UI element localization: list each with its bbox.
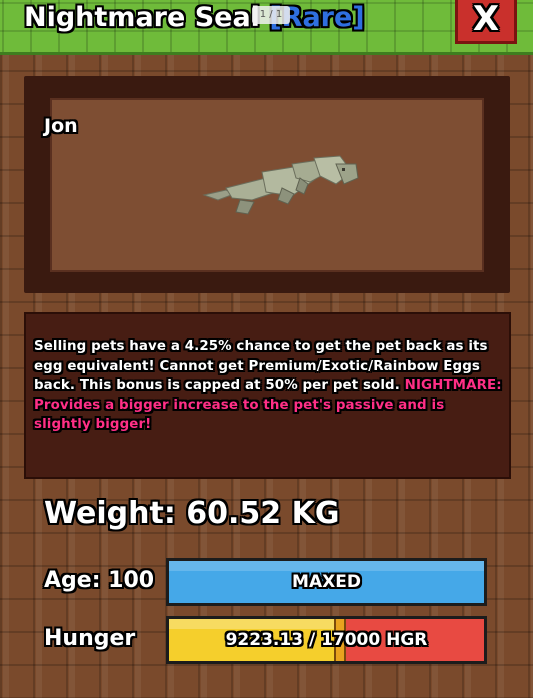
weight-label: Weight: 60.52 KG (44, 496, 340, 531)
pet-title-name: Nightmare Seal (24, 2, 260, 33)
seal-model-icon (202, 155, 359, 215)
close-button[interactable]: X (455, 0, 517, 44)
pet-title: Nightmare Seal [Rare] (24, 0, 365, 36)
description-text: Selling pets have a 4.25% chance to get … (34, 337, 504, 435)
age-label: Age: 100 (44, 568, 155, 593)
age-progress-bar: MAXED (166, 558, 487, 606)
age-bar-text: MAXED (292, 572, 361, 592)
page-indicator: 1 / 1 (252, 6, 290, 24)
hunger-progress-bar: 9223.13 / 17000 HGR (166, 616, 487, 664)
pet-nickname: Jon (44, 115, 78, 137)
hunger-label: Hunger (44, 626, 136, 651)
hunger-bar-text: 9223.13 / 17000 HGR (225, 630, 428, 650)
